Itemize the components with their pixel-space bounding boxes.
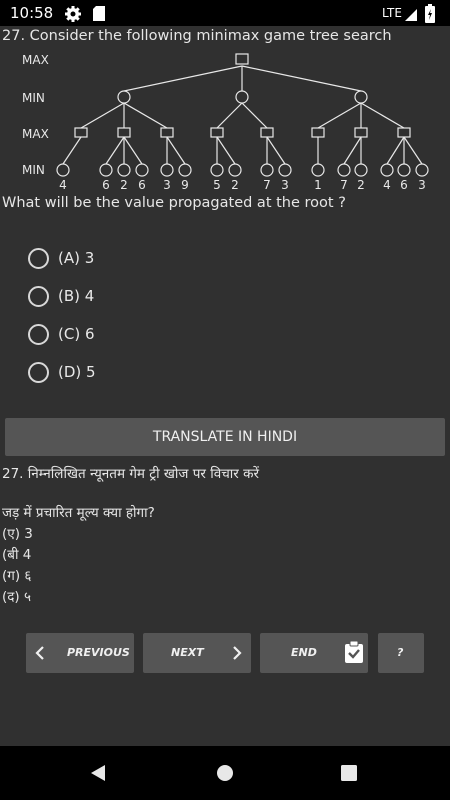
option-c[interactable]: (C) 6 xyxy=(28,321,95,347)
leaf-value: 4 xyxy=(383,178,391,192)
option-label: (D) 5 xyxy=(58,363,96,381)
tree-leaf-node xyxy=(210,163,224,177)
leaf-value: 6 xyxy=(400,178,408,192)
tree-max-node xyxy=(354,127,368,138)
clipboard-check-icon xyxy=(345,641,363,663)
option-a[interactable]: (A) 3 xyxy=(28,245,94,271)
radio-button-icon[interactable] xyxy=(28,247,49,269)
hindi-option: (द) ५ xyxy=(2,589,32,605)
hindi-option: (बी 4 xyxy=(2,547,32,563)
tree-max-node xyxy=(260,127,274,138)
end-button[interactable]: END xyxy=(260,633,368,673)
leaf-value: 7 xyxy=(263,178,271,192)
leaf-value: 3 xyxy=(281,178,289,192)
option-label: (A) 3 xyxy=(58,249,95,267)
leaf-value: 2 xyxy=(357,178,365,192)
option-d[interactable]: (D) 5 xyxy=(28,359,96,385)
tree-leaf-node xyxy=(117,163,131,177)
help-label: ? xyxy=(397,646,404,659)
end-label: END xyxy=(291,646,317,659)
status-time: 10:58 xyxy=(10,4,54,22)
tree-level-label: MIN xyxy=(22,91,45,105)
previous-button[interactable]: PREVIOUS xyxy=(26,633,134,673)
hindi-option: (ग) ६ xyxy=(2,568,32,584)
hindi-option: (ए) 3 xyxy=(2,526,33,542)
leaf-value: 2 xyxy=(120,178,128,192)
root-question-text: What will be the value propagated at the… xyxy=(2,195,346,211)
tree-max-node xyxy=(235,53,249,65)
hindi-root-question-text: जड़ में प्रचारित मूल्य क्या होगा? xyxy=(2,505,155,521)
tree-max-node xyxy=(74,127,88,138)
next-label: NEXT xyxy=(171,646,204,659)
leaf-value: 3 xyxy=(163,178,171,192)
leaf-value: 5 xyxy=(213,178,221,192)
status-bar: 10:58 LTE xyxy=(0,0,450,26)
tree-max-node xyxy=(311,127,325,138)
tree-level-label: MIN xyxy=(22,163,45,177)
tree-leaf-node xyxy=(380,163,394,177)
option-b[interactable]: (B) 4 xyxy=(28,283,94,309)
tree-leaf-node xyxy=(228,163,242,177)
leaf-value: 7 xyxy=(340,178,348,192)
tree-leaf-node xyxy=(99,163,113,177)
tree-leaf-node xyxy=(160,163,174,177)
tree-leaf-node xyxy=(337,163,351,177)
tree-leaf-node xyxy=(260,163,274,177)
next-button[interactable]: NEXT xyxy=(143,633,251,673)
tree-leaf-node xyxy=(278,163,292,177)
leaf-value: 4 xyxy=(59,178,67,192)
battery-icon xyxy=(425,4,435,23)
tree-min-node xyxy=(117,90,131,104)
network-type: LTE xyxy=(382,6,402,20)
hindi-question-text: 27. निम्नलिखित न्यूनतम गेम ट्री खोज पर व… xyxy=(2,466,259,482)
tree-min-node xyxy=(354,90,368,104)
tree-level-label: MAX xyxy=(22,53,49,67)
tree-leaf-node xyxy=(397,163,411,177)
tree-leaf-node xyxy=(354,163,368,177)
back-icon[interactable] xyxy=(90,764,106,782)
leaf-value: 6 xyxy=(138,178,146,192)
tree-leaf-node xyxy=(311,163,325,177)
leaf-value: 3 xyxy=(418,178,426,192)
translate-hindi-button[interactable]: TRANSLATE IN HINDI xyxy=(5,418,445,456)
leaf-value: 1 xyxy=(314,178,322,192)
tree-max-node xyxy=(397,127,411,138)
radio-button-icon[interactable] xyxy=(28,361,49,383)
tree-edges xyxy=(62,65,423,165)
tree-max-node xyxy=(210,127,224,138)
tree-leaf-node xyxy=(135,163,149,177)
option-label: (C) 6 xyxy=(58,325,95,343)
recents-icon[interactable] xyxy=(341,765,357,781)
chevron-right-icon xyxy=(233,646,242,660)
signal-icon xyxy=(405,9,417,21)
leaf-value: 6 xyxy=(102,178,110,192)
option-label: (B) 4 xyxy=(58,287,95,305)
tree-level-label: MAX xyxy=(22,127,49,141)
question-text: 27. Consider the following minimax game … xyxy=(2,28,392,44)
help-button[interactable]: ? xyxy=(378,633,424,673)
gear-icon xyxy=(65,6,81,22)
tree-leaf-node xyxy=(56,163,70,177)
chevron-left-icon xyxy=(35,646,44,660)
tree-leaf-node xyxy=(415,163,429,177)
tree-max-node xyxy=(117,127,131,138)
leaf-value: 9 xyxy=(181,178,189,192)
tree-leaf-node xyxy=(178,163,192,177)
home-icon[interactable] xyxy=(216,764,234,782)
system-navigation-bar xyxy=(0,746,450,800)
radio-button-icon[interactable] xyxy=(28,323,49,345)
sd-card-icon xyxy=(93,6,105,21)
tree-min-node xyxy=(235,90,249,104)
minimax-tree-diagram: MAX MIN MAX MIN 4 6 2 6 3 9 5 2 7 3 1 7 … xyxy=(22,53,429,192)
tree-max-node xyxy=(160,127,174,138)
previous-label: PREVIOUS xyxy=(67,646,130,659)
radio-button-icon[interactable] xyxy=(28,285,49,307)
leaf-value: 2 xyxy=(231,178,239,192)
